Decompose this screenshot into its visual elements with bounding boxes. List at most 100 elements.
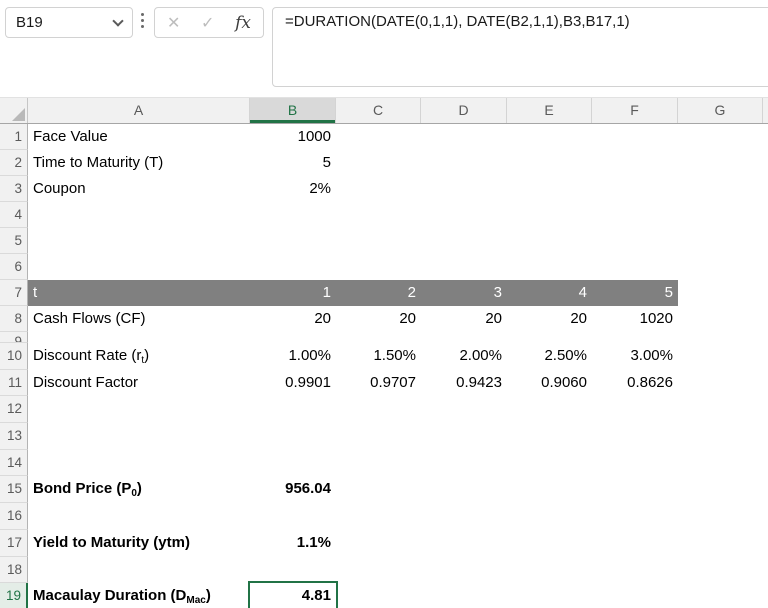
cell-E5[interactable]	[507, 228, 592, 254]
cell-F1[interactable]	[592, 124, 678, 150]
row-header-8[interactable]: 8	[0, 306, 28, 332]
row-header-14[interactable]: 14	[0, 449, 28, 477]
cell-G14[interactable]	[678, 450, 763, 477]
cell-A19[interactable]: Macaulay Duration (DMac)	[28, 583, 250, 608]
cell-E13[interactable]	[507, 423, 592, 450]
cell-D9[interactable]	[421, 332, 507, 343]
cell-D12[interactable]	[421, 396, 507, 423]
cell-G8[interactable]	[678, 306, 763, 332]
row-header-3[interactable]: 3	[0, 176, 28, 202]
cell-F8[interactable]: 1020	[592, 306, 678, 332]
cell-B17[interactable]: 1.1%	[250, 530, 336, 557]
cell-A13[interactable]	[28, 423, 250, 450]
select-all-corner[interactable]	[0, 98, 28, 123]
cell-F19[interactable]	[592, 583, 678, 608]
cell-A4[interactable]	[28, 202, 250, 228]
cell-C3[interactable]	[336, 176, 421, 202]
enter-icon[interactable]: ✓	[201, 13, 214, 33]
cell-D3[interactable]	[421, 176, 507, 202]
cell-G5[interactable]	[678, 228, 763, 254]
cell-B10[interactable]: 1.00%	[250, 343, 336, 370]
cell-F10[interactable]: 3.00%	[592, 343, 678, 370]
cell-B1[interactable]: 1000	[250, 124, 336, 150]
row-header-11[interactable]: 11	[0, 369, 28, 397]
cell-G13[interactable]	[678, 423, 763, 450]
cell-B19[interactable]: 4.81	[248, 581, 338, 608]
cell-B18[interactable]	[250, 557, 336, 584]
cell-E18[interactable]	[507, 557, 592, 584]
cell-D7[interactable]: 3	[421, 280, 507, 306]
cell-D13[interactable]	[421, 423, 507, 450]
cell-G7[interactable]	[678, 280, 763, 306]
cell-G16[interactable]	[678, 503, 763, 530]
cell-C7[interactable]: 2	[336, 280, 421, 306]
cell-A10[interactable]: Discount Rate (rt)	[28, 343, 250, 370]
row-header-5[interactable]: 5	[0, 228, 28, 254]
row-header-15[interactable]: 15	[0, 476, 28, 504]
row-header-6[interactable]: 6	[0, 254, 28, 280]
cell-B13[interactable]	[250, 423, 336, 450]
row-header-16[interactable]: 16	[0, 503, 28, 530]
cell-B16[interactable]	[250, 503, 336, 530]
cell-C18[interactable]	[336, 557, 421, 584]
cell-A11[interactable]: Discount Factor	[28, 370, 250, 397]
cell-D10[interactable]: 2.00%	[421, 343, 507, 370]
cell-C14[interactable]	[336, 450, 421, 477]
cell-E14[interactable]	[507, 450, 592, 477]
cell-F9[interactable]	[592, 332, 678, 343]
cell-G12[interactable]	[678, 396, 763, 423]
cell-G4[interactable]	[678, 202, 763, 228]
cell-F11[interactable]: 0.8626	[592, 370, 678, 397]
cell-C8[interactable]: 20	[336, 306, 421, 332]
cell-D5[interactable]	[421, 228, 507, 254]
cell-G1[interactable]	[678, 124, 763, 150]
cell-F14[interactable]	[592, 450, 678, 477]
cell-C16[interactable]	[336, 503, 421, 530]
cell-F2[interactable]	[592, 150, 678, 176]
insert-function-icon[interactable]: fx	[235, 13, 251, 33]
cell-C17[interactable]	[336, 530, 421, 557]
cell-A18[interactable]	[28, 557, 250, 584]
cell-A6[interactable]	[28, 254, 250, 280]
cell-F16[interactable]	[592, 503, 678, 530]
cell-F6[interactable]	[592, 254, 678, 280]
cell-A12[interactable]	[28, 396, 250, 423]
kebab-handle-icon[interactable]	[141, 13, 144, 28]
cell-D15[interactable]	[421, 476, 507, 503]
cell-C5[interactable]	[336, 228, 421, 254]
row-header-19[interactable]: 19	[0, 583, 28, 608]
cell-D17[interactable]	[421, 530, 507, 557]
column-header-D[interactable]: D	[421, 98, 507, 123]
column-header-F[interactable]: F	[592, 98, 678, 123]
cell-C10[interactable]: 1.50%	[336, 343, 421, 370]
row-header-12[interactable]: 12	[0, 396, 28, 424]
cell-B12[interactable]	[250, 396, 336, 423]
cell-A1[interactable]: Face Value	[28, 124, 250, 150]
cell-C13[interactable]	[336, 423, 421, 450]
cell-E2[interactable]	[507, 150, 592, 176]
cell-A8[interactable]: Cash Flows (CF)	[28, 306, 250, 332]
cell-C9[interactable]	[336, 332, 421, 343]
cell-F3[interactable]	[592, 176, 678, 202]
cell-F13[interactable]	[592, 423, 678, 450]
cancel-icon[interactable]: ✕	[167, 13, 180, 33]
cell-F15[interactable]	[592, 476, 678, 503]
cell-D8[interactable]: 20	[421, 306, 507, 332]
formula-input[interactable]: =DURATION(DATE(0,1,1), DATE(B2,1,1),B3,B…	[272, 7, 768, 87]
cell-B2[interactable]: 5	[250, 150, 336, 176]
cell-E3[interactable]	[507, 176, 592, 202]
cell-G6[interactable]	[678, 254, 763, 280]
cell-D4[interactable]	[421, 202, 507, 228]
row-header-7[interactable]: 7	[0, 280, 28, 306]
chevron-down-icon[interactable]	[112, 14, 124, 27]
row-header-17[interactable]: 17	[0, 529, 28, 557]
cell-D6[interactable]	[421, 254, 507, 280]
cell-D14[interactable]	[421, 450, 507, 477]
cell-C11[interactable]: 0.9707	[336, 370, 421, 397]
cell-C4[interactable]	[336, 202, 421, 228]
cell-B7[interactable]: 1	[250, 280, 336, 306]
cell-B15[interactable]: 956.04	[250, 476, 336, 503]
column-header-G[interactable]: G	[678, 98, 763, 123]
cell-F12[interactable]	[592, 396, 678, 423]
cell-A3[interactable]: Coupon	[28, 176, 250, 202]
